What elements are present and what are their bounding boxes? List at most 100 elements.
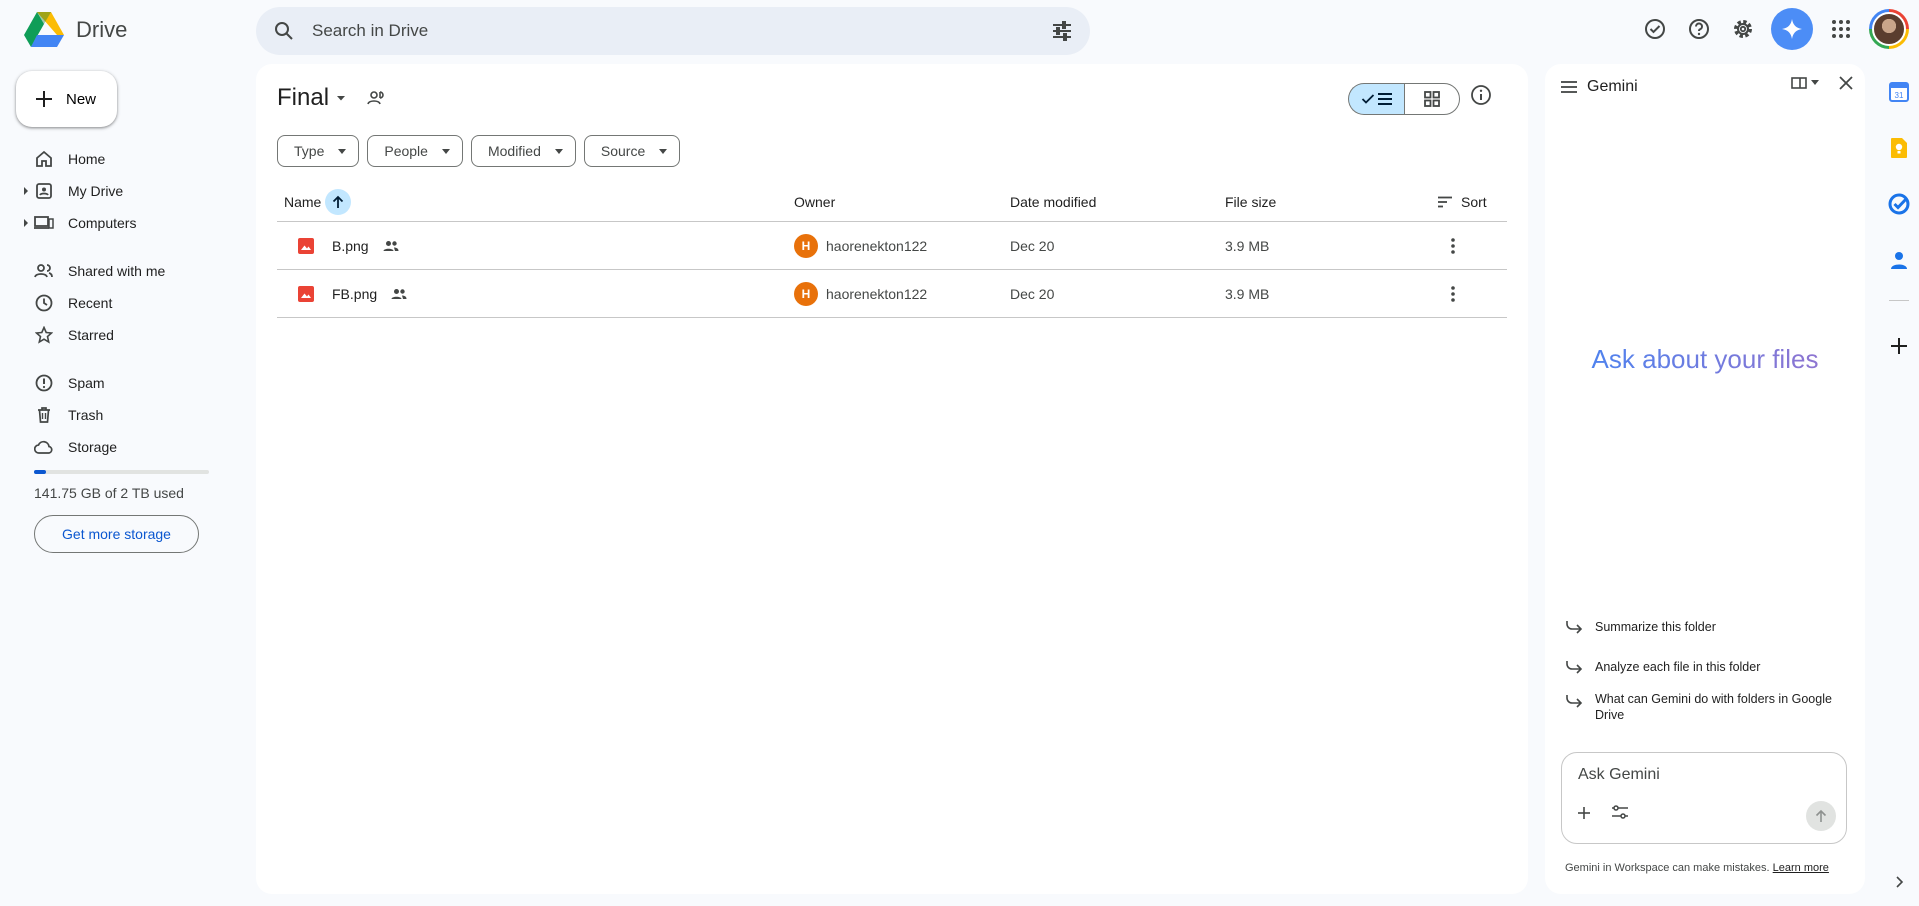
column-name-header[interactable]: Name <box>284 182 352 222</box>
gemini-title: Gemini <box>1587 78 1638 95</box>
contacts-app-icon[interactable] <box>1887 248 1911 272</box>
panel-layout-icon[interactable] <box>1791 77 1819 89</box>
table-header: Name Owner Date modified File size Sort <box>277 182 1507 222</box>
new-button[interactable]: New <box>16 71 117 127</box>
add-attachment-icon[interactable] <box>1576 805 1592 821</box>
cloud-icon <box>34 437 54 457</box>
table-row[interactable]: FB.png H haorenekton122 Dec 20 3.9 MB <box>277 270 1507 318</box>
gemini-prompt-input[interactable] <box>1578 763 1828 787</box>
chevron-right-icon[interactable] <box>1887 870 1911 894</box>
image-file-icon <box>297 222 315 270</box>
sidebar-item-starred[interactable]: Starred <box>0 319 256 351</box>
grid-view-button[interactable] <box>1404 83 1460 115</box>
modified-cell: Dec 20 <box>1010 238 1055 254</box>
size-cell: 3.9 MB <box>1225 238 1270 254</box>
gemini-spark-icon <box>1782 19 1802 39</box>
suggestion-item[interactable]: What can Gemini do with folders in Googl… <box>1565 691 1855 723</box>
expand-caret-icon[interactable] <box>24 219 28 227</box>
column-modified-header[interactable]: Date modified <box>1010 182 1096 222</box>
send-arrow-icon[interactable] <box>1806 801 1836 831</box>
dropdown-arrow-icon <box>338 148 347 154</box>
column-label: Date modified <box>1010 194 1097 210</box>
sidebar-item-spam[interactable]: Spam <box>0 367 256 399</box>
search-icon[interactable] <box>272 19 296 43</box>
info-icon[interactable] <box>1470 84 1492 106</box>
gemini-side-panel: Gemini Ask about your files Summarize th… <box>1545 64 1865 894</box>
size-cell: 3.9 MB <box>1225 286 1270 302</box>
gemini-header-actions <box>1791 76 1853 90</box>
dropdown-arrow-icon <box>659 148 668 154</box>
close-icon[interactable] <box>1839 76 1853 90</box>
suggestion-text: Analyze each file in this folder <box>1595 660 1761 674</box>
manage-access-icon[interactable] <box>366 88 386 108</box>
offline-ready-icon[interactable] <box>1635 9 1675 49</box>
help-icon[interactable] <box>1679 9 1719 49</box>
calendar-day: 31 <box>1895 91 1904 100</box>
list-view-button[interactable] <box>1348 83 1404 115</box>
computers-icon <box>34 213 54 233</box>
tools-icon[interactable] <box>1612 805 1628 819</box>
sidebar-item-label: Shared with me <box>68 263 166 279</box>
apps-grid-icon[interactable] <box>1821 9 1861 49</box>
add-app-icon[interactable] <box>1887 334 1911 358</box>
chevron-down-icon <box>337 96 346 101</box>
suggestion-text: Summarize this folder <box>1595 620 1716 634</box>
search-input[interactable] <box>312 7 1012 55</box>
top-bar: Drive <box>0 0 1919 64</box>
top-actions <box>1635 8 1909 50</box>
sidebar-item-shared-with-me[interactable]: Shared with me <box>0 255 256 287</box>
filter-source[interactable]: Source <box>583 135 681 167</box>
get-more-storage-button[interactable]: Get more storage <box>34 515 199 553</box>
sidebar-item-recent[interactable]: Recent <box>0 287 256 319</box>
drive-logo[interactable]: Drive <box>24 12 127 48</box>
more-actions-icon[interactable] <box>1437 230 1469 262</box>
table-row[interactable]: B.png H haorenekton122 Dec 20 3.9 MB <box>277 222 1507 270</box>
suggestion-item[interactable]: Analyze each file in this folder <box>1565 659 1855 675</box>
gemini-header: Gemini <box>1561 78 1638 96</box>
file-name-cell[interactable]: B.png <box>332 222 399 270</box>
column-size-header[interactable]: File size <box>1225 182 1276 222</box>
tasks-app-icon[interactable] <box>1887 192 1911 216</box>
account-avatar[interactable] <box>1869 9 1909 49</box>
calendar-app-icon[interactable]: 31 <box>1887 80 1911 104</box>
file-name-cell[interactable]: FB.png <box>332 270 407 318</box>
reply-arrow-icon <box>1566 621 1583 634</box>
column-label: Owner <box>794 194 836 210</box>
sidebar-item-my-drive[interactable]: My Drive <box>0 175 256 207</box>
list-icon <box>1377 93 1392 105</box>
disclaimer-text: Gemini in Workspace can make mistakes. <box>1565 862 1770 874</box>
learn-more-link[interactable]: Learn more <box>1773 862 1829 874</box>
filter-modified[interactable]: Modified <box>470 135 576 167</box>
search-bar[interactable] <box>256 7 1090 55</box>
gemini-toggle-button[interactable] <box>1771 8 1813 50</box>
sidebar-item-label: Computers <box>68 215 137 231</box>
search-options-icon[interactable] <box>1050 19 1074 43</box>
filter-type[interactable]: Type <box>277 135 360 167</box>
storage-usage-bar <box>34 470 209 474</box>
sidebar-item-computers[interactable]: Computers <box>0 207 256 239</box>
filter-people[interactable]: People <box>367 135 463 167</box>
sidebar-item-storage[interactable]: Storage <box>0 431 256 463</box>
suggestion-item[interactable]: Summarize this folder <box>1565 619 1855 635</box>
reply-arrow-icon <box>1566 695 1583 708</box>
filter-chips: Type People Modified Source <box>277 135 681 167</box>
page-title: Final <box>277 84 330 111</box>
sidebar-item-label: Home <box>68 151 106 167</box>
settings-icon[interactable] <box>1723 9 1763 49</box>
column-label: File size <box>1225 194 1277 210</box>
reply-arrow-icon <box>1566 661 1583 674</box>
menu-icon[interactable] <box>1561 81 1577 93</box>
folder-title-button[interactable]: Final <box>277 84 347 112</box>
keep-app-icon[interactable] <box>1887 136 1911 160</box>
expand-caret-icon[interactable] <box>24 187 28 195</box>
sidebar-item-home[interactable]: Home <box>0 143 256 175</box>
sort-button[interactable]: Sort <box>1437 182 1487 222</box>
owner-name: haorenekton122 <box>826 286 928 302</box>
column-owner-header[interactable]: Owner <box>794 182 835 222</box>
sidebar-item-trash[interactable]: Trash <box>0 399 256 431</box>
image-file-icon <box>297 270 315 318</box>
filter-label: Modified <box>487 143 541 159</box>
owner-cell: H haorenekton122 <box>794 222 927 270</box>
sort-ascending-icon[interactable] <box>325 189 352 215</box>
more-actions-icon[interactable] <box>1437 278 1469 310</box>
